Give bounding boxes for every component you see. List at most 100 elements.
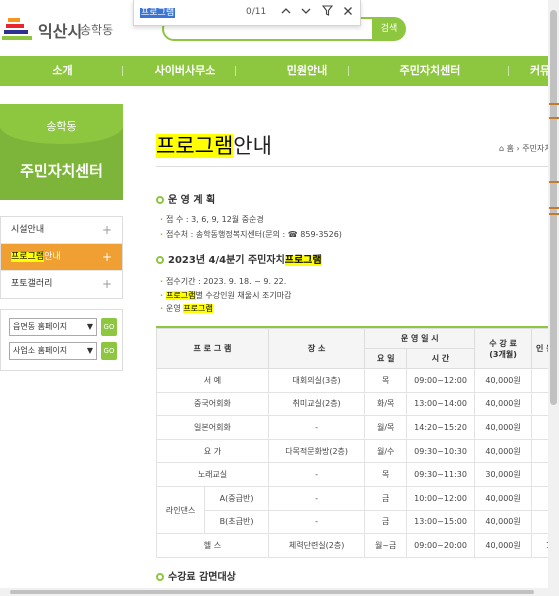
find-match-count: 0/11: [246, 7, 267, 17]
cell-place: -: [267, 462, 366, 487]
col-header-fee: 수 강 료 (3개월): [474, 328, 533, 369]
vertical-scrollbar[interactable]: [548, 0, 559, 596]
select-value: 읍면동 홈페이지: [13, 322, 68, 331]
nav-item-intro[interactable]: 소개: [20, 56, 105, 86]
link-row: 읍면동 홈페이지 ▼ GO: [5, 318, 118, 338]
chevron-down-icon[interactable]: [298, 5, 314, 21]
cell-fee: 30,000원: [474, 462, 533, 487]
cell-time: 09:30~11:30: [406, 462, 476, 487]
cell-program-group: 라인댄스: [155, 485, 206, 535]
find-match-marker: [549, 207, 559, 209]
cell-program: 노래교실: [156, 462, 269, 487]
side-item-gallery[interactable]: 포토갤러리 +: [1, 271, 122, 298]
program-table-wrap: 프 로 그 램 장 소 운 영 일 시 수 강 료(3개월) 인 원 (명) 요…: [155, 326, 559, 558]
circle-bullet-icon: [156, 256, 164, 264]
select-value: 사업소 홈페이지: [13, 346, 68, 355]
cell-program: 헬 스: [156, 533, 269, 558]
cell-day: 목: [364, 368, 408, 393]
cell-place: 체력단련실(2층): [267, 533, 366, 558]
breadcrumb-home[interactable]: 홈: [507, 144, 514, 153]
nav-divider: [122, 66, 123, 76]
find-match-marker: [549, 181, 559, 183]
home-icon[interactable]: ⌂: [499, 144, 504, 153]
cell-day: 월/수: [364, 438, 408, 464]
filter-icon[interactable]: [319, 5, 335, 21]
table-row: 중국어회화 취미교실(2층) 화/목 13:00~14:00 40,000원 2…: [156, 391, 559, 417]
col-header-schedule: 운 영 일 시: [364, 328, 476, 349]
cell-place: -: [267, 485, 366, 511]
list-item: 운영 프로그램: [160, 303, 213, 314]
cell-time: 14:20~15:20: [406, 415, 476, 440]
table-row: 헬 스 체력단련실(2층) 월~금 09:00~20:00 40,000원 14…: [156, 533, 559, 558]
side-item-program[interactable]: 프로그램안내 +: [1, 244, 122, 271]
col-header-place: 장 소: [267, 328, 366, 369]
section-heading-text: 수강료 감면대상: [168, 572, 236, 583]
dong-homepage-select[interactable]: 읍면동 홈페이지 ▼: [9, 318, 97, 336]
side-item-facility[interactable]: 시설안내 +: [1, 217, 122, 244]
table-row: 노래교실 - 목 09:30~11:30 30,000원 40: [156, 462, 559, 487]
go-button[interactable]: GO: [101, 318, 117, 336]
nav-item-cyber-office[interactable]: 사이버사무소: [140, 56, 230, 86]
cell-day: 금: [364, 509, 408, 535]
office-homepage-select[interactable]: 사업소 홈페이지 ▼: [9, 342, 97, 360]
scrollbar-thumb[interactable]: [10, 590, 534, 594]
section-heading: 수강료 감면대상: [156, 568, 236, 583]
logo-text[interactable]: 익산시: [38, 18, 82, 42]
cell-time: 09:00~20:00: [406, 533, 476, 558]
chevron-up-icon[interactable]: [278, 5, 294, 21]
cell-fee: 40,000원: [474, 368, 533, 393]
cell-place: -: [267, 415, 366, 440]
nav-divider: [508, 66, 509, 76]
cell-day: 월/목: [364, 415, 408, 440]
cell-place: 대회의실(3층): [267, 368, 366, 393]
fee-label: 수 강 료: [489, 338, 517, 348]
section-heading: 운 영 계 획: [156, 191, 215, 206]
list-item-text: 운영: [166, 304, 184, 313]
nav-item-civil-service[interactable]: 민원안내: [262, 56, 352, 86]
side-dong-name: 송학동: [46, 120, 77, 133]
col-header-time: 시 간: [406, 348, 476, 369]
circle-bullet-icon: [156, 196, 164, 204]
nav-item-community-center[interactable]: 주민자치센터: [378, 56, 482, 86]
browser-find-bar: 프로그램 0/11: [133, 0, 361, 26]
go-button[interactable]: GO: [101, 342, 117, 360]
cell-fee: 40,000원: [474, 415, 533, 440]
cell-program-sub: A(중급반): [204, 485, 269, 511]
find-highlight: 프로그램: [284, 255, 322, 266]
close-icon[interactable]: [340, 5, 356, 21]
page-title-rest: 안내: [233, 134, 272, 158]
cell-time: 10:00~12:00: [406, 485, 476, 511]
find-highlight: 프로그램: [156, 134, 234, 158]
cell-day: 화/목: [364, 391, 408, 417]
link-row: 사업소 홈페이지 ▼ GO: [5, 342, 118, 362]
col-header-program: 프 로 그 램: [156, 328, 269, 369]
section-heading: 2023년 4/4분기 주민자치프로그램: [156, 251, 322, 266]
cell-day: 목: [364, 462, 408, 487]
plus-icon: +: [101, 223, 112, 237]
search-button[interactable]: 검색: [372, 17, 406, 41]
list-item: 접수처 : 송학동행정복지센터(문의 : ☎ 859-3526): [160, 229, 342, 240]
chevron-down-icon: ▼: [86, 322, 93, 331]
cell-program: 요 가: [156, 438, 269, 464]
side-item-label: 포토갤러리: [11, 279, 53, 289]
find-query: 프로그램: [140, 8, 176, 18]
table-header-row: 프 로 그 램 장 소 운 영 일 시 수 강 료(3개월) 인 원 (명): [156, 328, 559, 369]
breadcrumb-sep: ›: [516, 144, 520, 153]
plus-icon: +: [101, 277, 112, 291]
title-divider: [156, 166, 548, 167]
city-logo-icon[interactable]: [2, 12, 34, 44]
cell-place: 취미교실(2층): [267, 391, 366, 417]
table-row: B(초급반) - 금 13:00~15:00 40,000원 25: [157, 509, 559, 535]
page-title: 프로그램안내: [156, 130, 272, 160]
cell-place: -: [267, 509, 366, 535]
side-item-label: 안내: [44, 252, 61, 262]
cell-day: 금: [364, 485, 408, 511]
list-item: 접 수 : 3, 6, 9, 12월 중순경: [160, 214, 264, 225]
cell-program-sub: B(초급반): [204, 509, 269, 535]
side-menu-title: 주민자치센터: [20, 162, 103, 180]
find-match-marker: [549, 213, 559, 215]
main-navigation: 소개 사이버사무소 민원안내 주민자치센터 커뮤: [0, 56, 550, 86]
cell-program: 서 예: [156, 368, 269, 393]
horizontal-scrollbar[interactable]: [0, 588, 548, 596]
logo-dong-name[interactable]: 송학동: [80, 21, 113, 38]
